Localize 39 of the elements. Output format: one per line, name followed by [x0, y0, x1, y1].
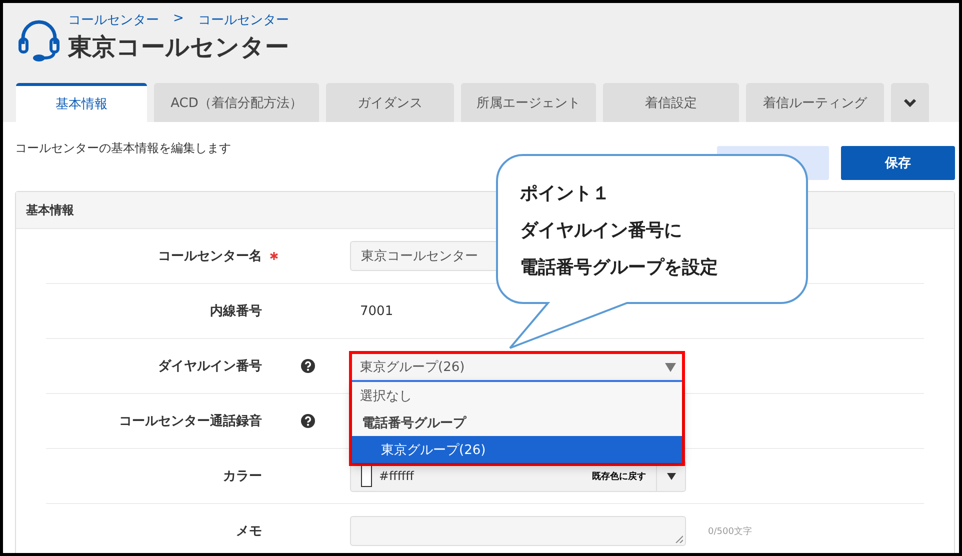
field-label: メモ — [236, 523, 262, 540]
resize-grip-icon — [675, 535, 683, 543]
page-title: 東京コールセンター — [68, 32, 289, 63]
field-label: コールセンター名 — [158, 248, 262, 265]
headset-icon — [18, 18, 60, 62]
dropdown-arrow-icon — [665, 362, 676, 372]
option-group-label: 電話番号グループ — [361, 414, 468, 432]
breadcrumb-link[interactable]: コールセンター — [198, 11, 289, 29]
reset-color-button[interactable]: 既存色に戻す — [582, 470, 656, 482]
help-icon[interactable] — [301, 359, 315, 373]
tab[interactable]: ACD（着信分配方法） — [154, 83, 319, 122]
memo-field[interactable] — [350, 516, 686, 546]
panel-title: 基本情報 — [26, 202, 74, 218]
dropdown-option[interactable]: 東京グループ(26) — [352, 436, 682, 463]
caret-icon — [666, 472, 676, 480]
field-label: カラー — [223, 468, 262, 485]
character-counter: 0/500文字 — [708, 526, 752, 538]
callout-text: ポイント１ ダイヤルイン番号に 電話番号グループを設定 — [520, 182, 718, 280]
select-field[interactable]: 東京グループ(26) — [352, 354, 682, 382]
color-swatch — [361, 465, 372, 487]
save-button[interactable]: 保存 — [841, 146, 955, 180]
help-icon[interactable] — [301, 414, 315, 428]
field-label: コールセンター通話録音 — [119, 412, 262, 430]
color-value: #ffffff — [379, 469, 416, 483]
tab[interactable]: 着信設定 — [603, 83, 739, 122]
field-label: ダイヤルイン番号 — [158, 358, 262, 375]
field-label: 内線番号 — [210, 303, 262, 320]
text-field[interactable]: 東京コールセンター — [350, 241, 498, 271]
breadcrumb-separator: > — [173, 11, 184, 28]
field-value: 7001 — [359, 304, 394, 318]
tab[interactable]: 所属エージェント — [461, 83, 596, 122]
tab[interactable]: 着信ルーティング — [746, 83, 884, 122]
tab[interactable]: 基本情報 — [16, 83, 147, 122]
chevron-down-icon — [903, 98, 917, 108]
tab[interactable]: ガイダンス — [326, 83, 454, 122]
description-text: コールセンターの基本情報を編集します — [15, 140, 231, 157]
breadcrumb-link[interactable]: コールセンター — [68, 11, 159, 29]
more-tab[interactable] — [891, 83, 929, 122]
dropdown-option[interactable]: 選択なし — [352, 382, 682, 409]
